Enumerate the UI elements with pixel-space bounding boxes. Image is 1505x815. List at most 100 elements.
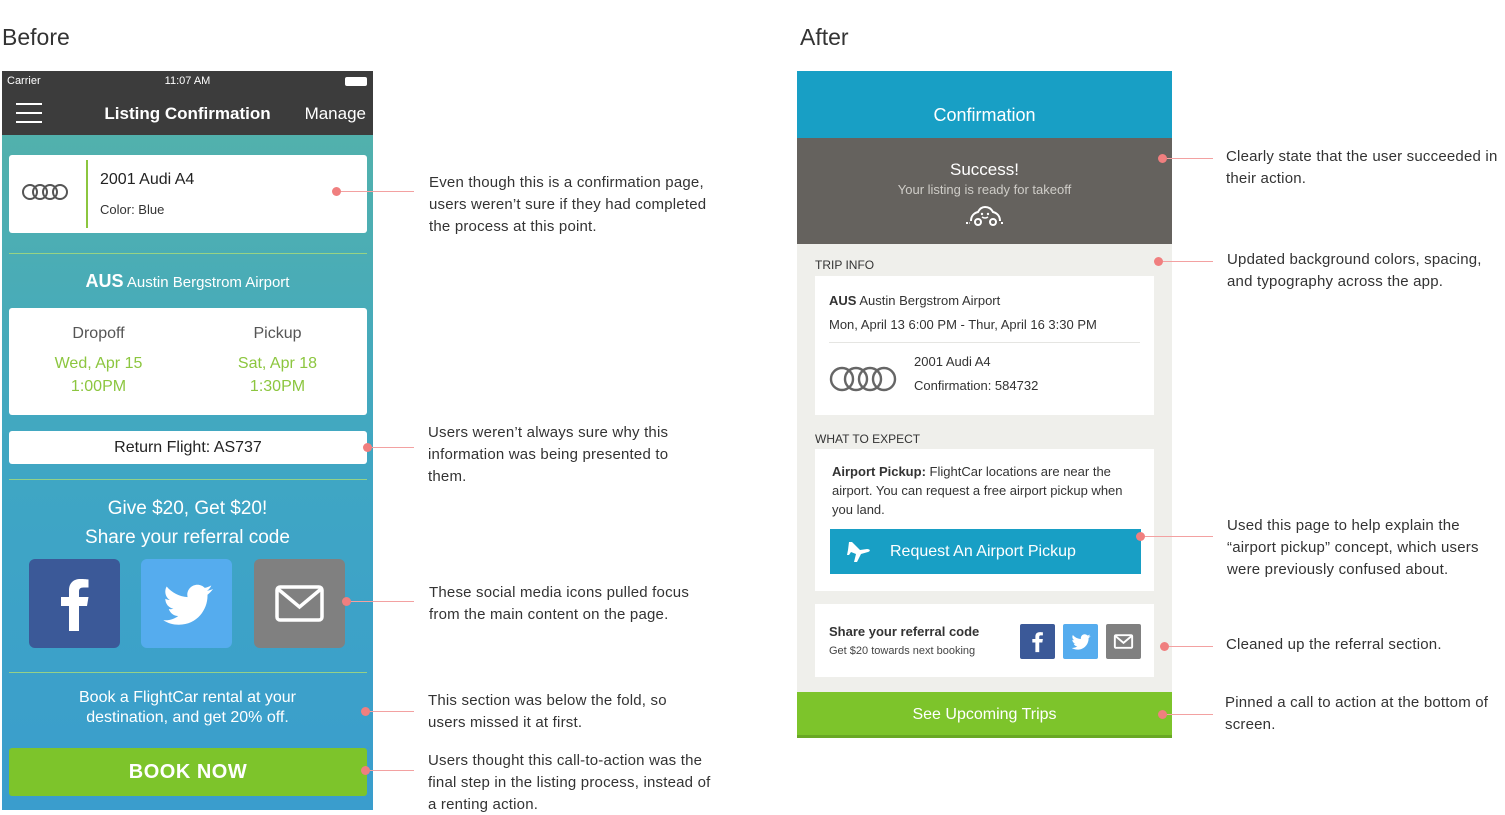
annotation-before-1: Even though this is a confirmation page,…: [429, 174, 707, 235]
annotation-after-4: Cleaned up the referral section.: [1226, 636, 1442, 653]
airport-title: AUS Austin Bergstrom Airport: [2, 271, 373, 292]
header-title: Confirmation: [797, 71, 1172, 138]
facebook-icon: [1032, 632, 1043, 653]
success-title: Success!: [950, 160, 1019, 179]
success-banner: Success! Your listing is ready for takeo…: [797, 138, 1172, 244]
annotation-marker: [1158, 710, 1167, 719]
annotation-connector: [351, 601, 414, 602]
after-phone-screen: Confirmation Success! Your listing is re…: [797, 71, 1172, 738]
expect-bold: Airport Pickup:: [832, 464, 926, 479]
trip-airport-code: AUS: [829, 293, 857, 308]
referral-subline: Share your referral code: [85, 527, 290, 548]
audi-logo-icon: [829, 366, 897, 392]
annotation-marker: [1154, 257, 1163, 266]
facebook-share-button[interactable]: [29, 559, 120, 648]
referral-title: Share your referral code: [829, 624, 980, 639]
trip-car: 2001 Audi A4: [914, 354, 991, 369]
pickup-date: Sat, Apr 18: [237, 355, 318, 372]
referral-subtitle: Get $20 towards next booking: [829, 645, 976, 657]
referral-text: Give $20, Get $20! Share your referral c…: [2, 494, 373, 552]
car-card: 2001 Audi A4 Color: Blue: [9, 155, 367, 233]
status-time: 11:07 AM: [164, 75, 211, 87]
dropoff-date: Wed, Apr 15: [54, 355, 143, 372]
annotation-before-5: Users thought this call-to-action was th…: [428, 752, 711, 813]
annotation-marker: [342, 597, 351, 606]
divider: [9, 672, 367, 673]
annotation-connector: [1167, 714, 1213, 715]
annotation-connector: [1169, 646, 1213, 647]
divider: [9, 253, 367, 254]
see-upcoming-trips-button[interactable]: See Upcoming Trips: [797, 692, 1172, 738]
annotation-marker: [361, 707, 370, 716]
annotation-before-3: These social media icons pulled focus fr…: [429, 584, 690, 623]
dropoff-column: Dropoff Wed, Apr 15 1:00PM: [9, 325, 188, 398]
before-phone-screen: Carrier 11:07 AM Listing Confirmation Ma…: [2, 71, 373, 810]
twitter-share-button[interactable]: [1063, 624, 1098, 659]
what-to-expect-card: Airport Pickup: FlightCar locations are …: [815, 449, 1154, 591]
annotation-connector: [370, 711, 414, 712]
airport-name: Austin Bergstrom Airport: [126, 274, 290, 291]
annotation-marker: [332, 187, 341, 196]
airplane-icon: [847, 542, 870, 562]
annotation-after-3: Used this page to help explain the “airp…: [1227, 517, 1479, 578]
trip-airport: AUS Austin Bergstrom Airport: [829, 293, 1000, 308]
annotation-connector: [341, 191, 414, 192]
dates-card: Dropoff Wed, Apr 15 1:00PM Pickup Sat, A…: [9, 308, 367, 415]
manage-button[interactable]: Manage: [305, 104, 366, 124]
annotation-after-2: Updated background colors, spacing, and …: [1227, 251, 1482, 290]
annotation-marker: [1136, 532, 1145, 541]
car-color: Color: Blue: [100, 202, 165, 217]
trip-dates: Mon, April 13 6:00 PM - Thur, April 16 3…: [829, 317, 1097, 332]
nav-bar: Listing Confirmation Manage: [2, 91, 373, 135]
annotation-connector: [372, 447, 414, 448]
facebook-share-button[interactable]: [1020, 624, 1055, 659]
return-flight: Return Flight: AS737: [9, 431, 367, 464]
annotation-connector: [1163, 261, 1213, 262]
status-bar: Carrier 11:07 AM: [2, 71, 373, 91]
email-share-button[interactable]: [1106, 624, 1141, 659]
pickup-label: Pickup: [253, 325, 302, 342]
divider: [9, 479, 367, 480]
annotation-marker: [361, 766, 370, 775]
referral-card: Share your referral code Get $20 towards…: [815, 604, 1154, 677]
book-promo-line-2: destination, and get 20% off.: [86, 709, 289, 726]
annotation-after-1: Clearly state that the user succeeded in…: [1226, 148, 1498, 187]
book-now-button[interactable]: BOOK NOW: [9, 748, 367, 796]
envelope-icon: [1113, 634, 1134, 649]
envelope-icon: [275, 585, 324, 622]
dropoff-time: 1:00PM: [70, 378, 127, 395]
twitter-icon: [1071, 634, 1091, 650]
trip-info-card: AUS Austin Bergstrom Airport Mon, April …: [815, 276, 1154, 415]
annotation-connector: [370, 770, 414, 771]
airport-code: AUS: [85, 271, 124, 291]
pickup-column: Pickup Sat, Apr 18 1:30PM: [188, 325, 367, 398]
audi-logo-icon: [22, 184, 68, 200]
twitter-share-button[interactable]: [141, 559, 232, 648]
expect-text: Airport Pickup: FlightCar locations are …: [832, 462, 1142, 519]
book-promo-text: Book a FlightCar rental at your destinat…: [2, 688, 373, 728]
dropoff-label: Dropoff: [72, 325, 125, 342]
annotation-before-4: This section was below the fold, so user…: [428, 692, 667, 731]
before-heading: Before: [2, 24, 70, 50]
car-icon: [966, 205, 1004, 226]
annotation-marker: [1158, 154, 1167, 163]
trip-confirmation: Confirmation: 584732: [914, 378, 1039, 393]
annotation-marker: [1160, 642, 1169, 651]
trip-info-label: TRIP INFO: [815, 258, 875, 272]
referral-headline: Give $20, Get $20!: [107, 498, 268, 519]
annotation-marker: [363, 443, 372, 452]
twitter-icon: [163, 584, 213, 625]
what-to-expect-label: WHAT TO EXPECT: [815, 432, 921, 446]
book-promo-line-1: Book a FlightCar rental at your: [79, 689, 296, 706]
request-airport-pickup-label: Request An Airport Pickup: [890, 543, 1076, 560]
battery-icon: [345, 77, 367, 86]
trip-airport-name: Austin Bergstrom Airport: [859, 293, 1001, 308]
annotation-connector: [1145, 536, 1213, 537]
email-share-button[interactable]: [254, 559, 345, 648]
request-airport-pickup-button[interactable]: Request An Airport Pickup: [830, 529, 1141, 574]
annotation-before-2: Users weren’t always sure why this infor…: [428, 424, 669, 485]
success-subtitle: Your listing is ready for takeoff: [897, 182, 1072, 197]
annotation-after-5: Pinned a call to action at the bottom of…: [1225, 694, 1489, 733]
car-card-divider: [86, 160, 88, 228]
car-name: 2001 Audi A4: [100, 171, 195, 188]
